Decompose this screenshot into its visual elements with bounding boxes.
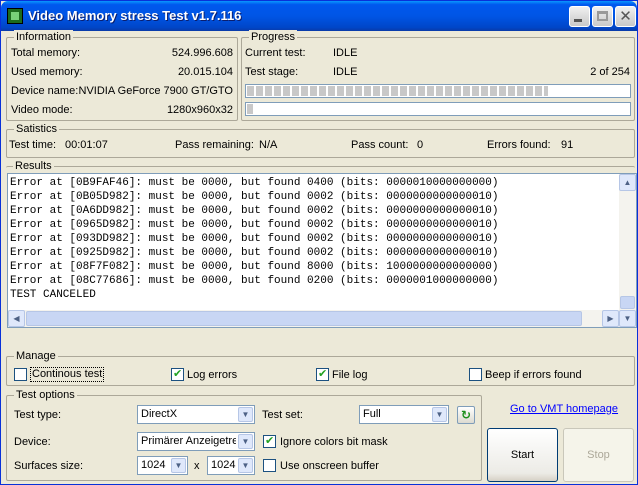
ignore-colors-checkbox[interactable] [263,434,276,448]
scroll-down-button[interactable]: ▼ [619,310,636,327]
device-select[interactable]: Primärer Anzeigetreiber ▼ [137,432,255,451]
title-bar[interactable]: Video Memory stress Test v1.7.116 ✕ [1,1,637,31]
minimize-button[interactable] [569,6,590,27]
surfaces-size-label: Surfaces size: [14,460,84,472]
progress-group: Progress Current test: IDLE Test stage: … [241,30,635,121]
file-log-label[interactable]: File log [332,368,367,382]
test-type-label: Test type: [14,409,62,421]
device-label: Device: [14,436,51,448]
device-name-label: Device name: [11,85,79,97]
pass-count-value: 0 [417,139,424,151]
pass-count-label: Pass count: [351,139,409,151]
scroll-up-button[interactable]: ▲ [619,174,636,191]
statistics-legend: Satistics [14,122,59,136]
maximize-icon [597,11,608,21]
surface-height-value: 1024 [211,459,236,471]
test-type-select[interactable]: DirectX ▼ [137,405,255,424]
scroll-right-button[interactable]: ▶ [602,310,619,327]
chevron-down-icon[interactable]: ▼ [171,458,186,473]
app-icon [7,8,23,24]
errors-found-value: 91 [561,139,574,151]
current-test-label: Current test: [245,47,306,59]
information-group: Information Total memory: 524.996.608 Us… [6,30,238,121]
test-type-value: DirectX [141,408,178,420]
continuous-test-label[interactable]: Continous test [30,367,105,382]
chevron-down-icon[interactable]: ▼ [238,458,253,473]
horizontal-scrollbar[interactable]: ◀ ▶ [8,310,619,327]
vmt-homepage-link[interactable]: Go to VMT homepage [510,403,618,415]
manage-legend: Manage [14,349,58,363]
current-test-value: IDLE [333,47,358,59]
stage-counter: 2 of 254 [590,66,630,78]
log-errors-label[interactable]: Log errors [187,368,237,382]
device-value: Primärer Anzeigetreiber [141,435,236,447]
arrow-left-icon: ◀ [13,314,20,323]
surface-x-separator: x [194,460,200,472]
arrow-right-icon: ▶ [607,314,614,323]
test-set-select[interactable]: Full ▼ [359,405,449,424]
used-memory-label: Used memory: [11,66,83,78]
onscreen-buffer-checkbox[interactable] [263,459,276,472]
app-window: Video Memory stress Test v1.7.116 ✕ Info… [0,0,638,485]
arrow-down-icon: ▼ [623,314,632,323]
test-time-label: Test time: [9,139,57,151]
video-mode-label: Video mode: [11,104,73,116]
manage-group: Manage Continous test Log errors File lo… [6,349,635,386]
progress-fill [247,104,253,114]
test-set-value: Full [363,408,381,420]
test-stage-value: IDLE [333,66,358,78]
start-button[interactable]: Start [487,428,558,482]
test-options-group: Test options Test type: DirectX ▼ Test s… [6,388,482,481]
total-memory-label: Total memory: [11,47,81,59]
test-time-value: 00:01:07 [65,139,108,151]
current-test-progress-bar [245,84,631,98]
errors-found-label: Errors found: [487,139,551,151]
surface-height-select[interactable]: 1024 ▼ [207,456,255,475]
video-mode-value: 1280x960x32 [166,104,233,116]
progress-legend: Progress [249,30,298,44]
refresh-button[interactable]: ↻ [457,406,475,424]
test-stage-label: Test stage: [245,66,299,78]
refresh-icon: ↻ [460,408,472,422]
test-options-legend: Test options [14,388,77,402]
information-legend: Information [14,30,74,44]
file-log-checkbox[interactable] [316,367,329,381]
maximize-button[interactable] [592,6,613,27]
used-memory-value: 20.015.104 [177,66,233,78]
vertical-scrollbar[interactable]: ▲ ▼ [619,174,636,327]
chevron-down-icon[interactable]: ▼ [238,434,253,449]
minimize-icon [574,19,582,22]
continuous-test-checkbox[interactable] [14,368,27,381]
device-name-value: NVIDIA GeForce 7900 GT/GTO [78,85,233,97]
pass-remaining-value: N/A [259,139,278,151]
statistics-group: Satistics Test time: 00:01:07 Pass remai… [6,122,635,158]
horizontal-scroll-thumb[interactable] [26,311,582,326]
total-memory-value: 524.996.608 [171,47,233,59]
test-set-label: Test set: [262,409,303,421]
progress-fill [247,86,549,96]
pass-remaining-label: Pass remaining: [175,139,254,151]
chevron-down-icon[interactable]: ▼ [432,407,447,422]
overall-progress-bar [245,102,631,116]
results-log-text: Error at [0B9FAF46]: must be 0000, but f… [10,177,499,301]
arrow-up-icon: ▲ [623,178,632,187]
close-icon: ✕ [619,8,632,25]
surface-width-value: 1024 [141,459,166,471]
stop-button[interactable]: Stop [563,428,634,482]
onscreen-buffer-label[interactable]: Use onscreen buffer [280,459,379,473]
ignore-colors-label[interactable]: Ignore colors bit mask [280,435,388,449]
surface-width-select[interactable]: 1024 ▼ [137,456,188,475]
window-title: Video Memory stress Test v1.7.116 [28,8,242,23]
log-errors-checkbox[interactable] [171,367,184,381]
beep-checkbox[interactable] [469,368,482,381]
vertical-scroll-thumb[interactable] [620,296,635,309]
beep-label[interactable]: Beep if errors found [485,368,582,382]
scroll-left-button[interactable]: ◀ [8,310,25,327]
close-button[interactable]: ✕ [615,6,636,27]
chevron-down-icon[interactable]: ▼ [238,407,253,422]
results-log[interactable]: Error at [0B9FAF46]: must be 0000, but f… [7,173,637,328]
results-legend: Results [13,159,54,173]
